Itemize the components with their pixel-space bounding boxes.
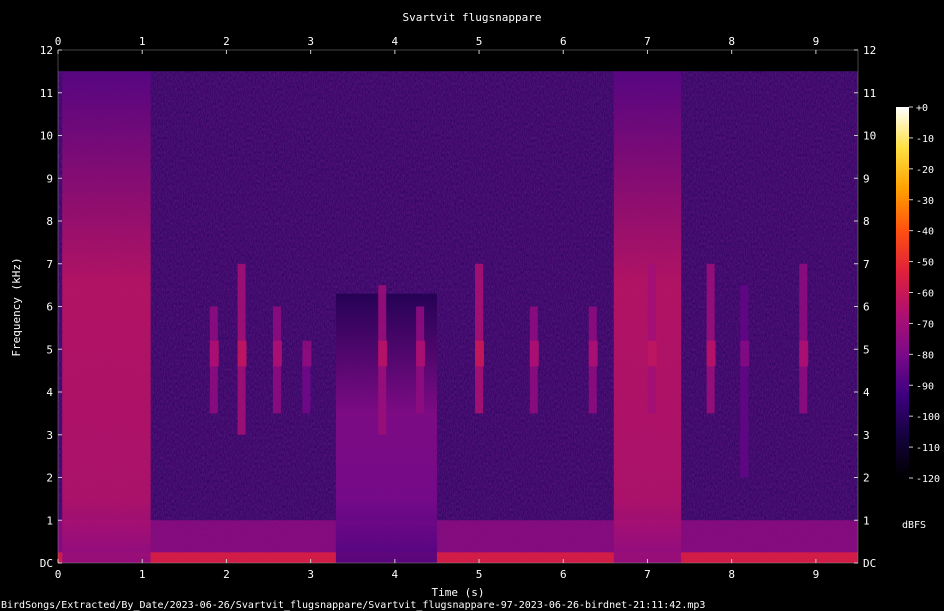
colorbar: +0 -10 -20 -30 -40 -50 -60 -70 -80 -90 -100 -110 -12… xyxy=(896,103,940,531)
broadband-segment xyxy=(62,71,151,563)
x-tick-label-top: 3 xyxy=(307,35,314,48)
bird-call-peak xyxy=(237,340,247,367)
y-tick-label: 5 xyxy=(46,343,53,356)
y-tick-label: 12 xyxy=(40,44,53,57)
colorbar-tick-label: -10 xyxy=(916,134,934,145)
y-tick-label-right: 10 xyxy=(863,130,876,143)
colorbar-tick-label: -50 xyxy=(916,258,934,269)
bird-call-peak xyxy=(416,340,426,367)
x-tick-label: 6 xyxy=(560,568,567,581)
y-tick-label-right: DC xyxy=(863,557,876,570)
colorbar-tick-label: -110 xyxy=(916,443,940,454)
bird-call xyxy=(475,263,484,414)
y-tick-label: DC xyxy=(40,557,53,570)
y-tick-label-right: 2 xyxy=(863,472,870,485)
plot-area xyxy=(58,50,858,563)
y-axis-label: Frequency (kHz) xyxy=(10,257,23,356)
y-tick-label: 2 xyxy=(46,472,53,485)
y-tick-label-right: 6 xyxy=(863,301,870,314)
colorbar-gradient xyxy=(896,107,909,478)
y-tick-label: 4 xyxy=(46,386,53,399)
colorbar-tick-label: -40 xyxy=(916,227,934,238)
colorbar-tick-label: -80 xyxy=(916,350,934,361)
y-tick-label-right: 1 xyxy=(863,514,870,527)
y-tick-label: 11 xyxy=(40,87,53,100)
x-tick-label-top: 6 xyxy=(560,35,567,48)
y-tick-label: 1 xyxy=(46,514,53,527)
x-tick-label: 1 xyxy=(139,568,146,581)
colorbar-tick-label: -30 xyxy=(916,196,934,207)
x-tick-label-top: 5 xyxy=(476,35,483,48)
bird-call xyxy=(799,263,808,414)
bird-call-peak xyxy=(302,340,312,367)
bird-call-peak xyxy=(209,340,219,367)
colorbar-tick-label: -90 xyxy=(916,381,934,392)
y-tick-label: 6 xyxy=(46,301,53,314)
x-tick-label-top: 0 xyxy=(55,35,62,48)
bird-call-peak xyxy=(647,340,657,367)
colorbar-tick-label: -60 xyxy=(916,289,934,300)
noise-grain xyxy=(58,71,858,563)
x-tick-label-top: 7 xyxy=(644,35,651,48)
colorbar-tick-label: -100 xyxy=(916,412,940,423)
y-tick-label: 7 xyxy=(46,258,53,271)
bird-call-peak xyxy=(272,340,282,367)
bird-call-peak xyxy=(378,340,388,367)
x-tick-label-top: 8 xyxy=(728,35,735,48)
bird-call-peak xyxy=(740,340,750,367)
y-tick-label-right: 7 xyxy=(863,258,870,271)
chart-title: Svartvit flugsnappare xyxy=(402,11,541,24)
x-tick-label-top: 1 xyxy=(139,35,146,48)
x-axis-label: Time (s) xyxy=(432,586,485,599)
y-tick-label-right: 12 xyxy=(863,44,876,57)
x-tick-label: 7 xyxy=(644,568,651,581)
y-tick-label: 9 xyxy=(46,172,53,185)
y-tick-label-right: 9 xyxy=(863,172,870,185)
x-tick-label: 2 xyxy=(223,568,230,581)
y-tick-label-right: 8 xyxy=(863,215,870,228)
bird-call-peak xyxy=(475,340,485,367)
y-tick-label-right: 5 xyxy=(863,343,870,356)
y-tick-label-right: 11 xyxy=(863,87,876,100)
colorbar-label: dBFS xyxy=(902,520,926,531)
bird-call-peak xyxy=(588,340,598,367)
broadband-segment xyxy=(613,71,682,563)
colorbar-tick-label: +0 xyxy=(916,103,928,114)
bird-call-peak xyxy=(799,340,809,367)
x-tick-label: 8 xyxy=(728,568,735,581)
y-tick-label: 8 xyxy=(46,215,53,228)
x-tick-label-top: 9 xyxy=(813,35,820,48)
x-tick-label: 4 xyxy=(392,568,399,581)
y-tick-label-right: 3 xyxy=(863,429,870,442)
x-tick-label-top: 2 xyxy=(223,35,230,48)
bird-call xyxy=(647,263,656,414)
x-tick-label: 0 xyxy=(55,568,62,581)
y-tick-label: 3 xyxy=(46,429,53,442)
y-tick-label: 10 xyxy=(40,130,53,143)
bird-call xyxy=(740,285,749,478)
x-tick-label: 9 xyxy=(813,568,820,581)
colorbar-tick-label: -70 xyxy=(916,319,934,330)
y-tick-label-right: 4 xyxy=(863,386,870,399)
dc-band xyxy=(58,552,858,563)
x-tick-label: 3 xyxy=(307,568,314,581)
bird-call-peak xyxy=(529,340,539,367)
colorbar-tick-label: -20 xyxy=(916,165,934,176)
bird-call-peak xyxy=(706,340,716,367)
x-tick-label: 5 xyxy=(476,568,483,581)
bird-call xyxy=(706,263,715,414)
colorbar-tick-label: -120 xyxy=(916,474,940,485)
spectrogram-chart: Svartvit flugsnappare 0123456789 0123456… xyxy=(1,11,940,611)
file-path: BirdSongs/Extracted/By_Date/2023-06-26/S… xyxy=(1,600,705,611)
x-tick-label-top: 4 xyxy=(392,35,399,48)
